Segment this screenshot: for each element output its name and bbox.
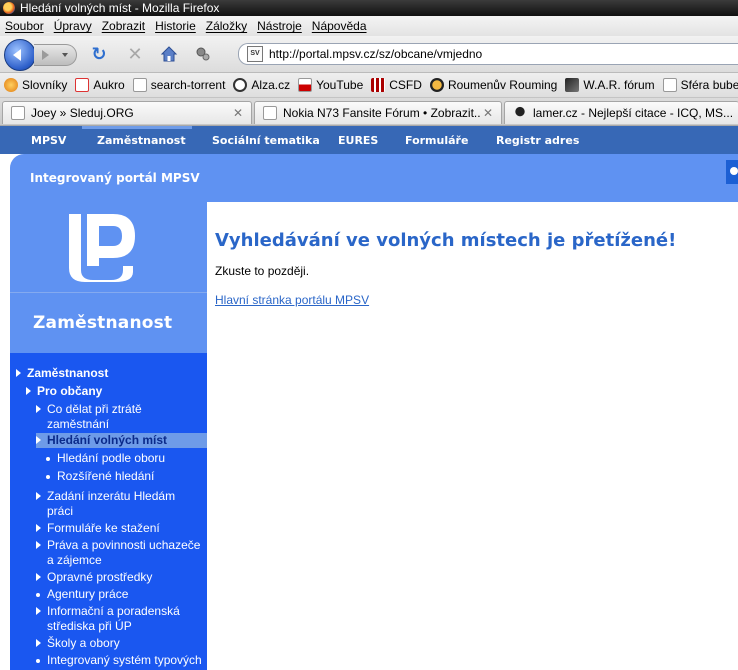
war-icon — [565, 78, 580, 92]
nav-zamestnanost[interactable]: Zaměstnanost — [97, 134, 186, 147]
error-message: Zkuste to později. — [215, 264, 310, 278]
portal-title: Integrovaný portál MPSV — [30, 171, 200, 185]
menu-tools[interactable]: Nástroje — [257, 19, 302, 33]
window-title: Hledání volných míst - Mozilla Firefox — [20, 1, 220, 15]
menu-edit[interactable]: Úpravy — [54, 19, 92, 33]
sidebar-item-skoly-obory[interactable]: Školy a obory — [36, 636, 120, 651]
navigation-toolbar: ↻ ✕ SV http://portal.mpsv.cz/sz/obcane/v… — [0, 36, 738, 73]
aukro-icon — [75, 78, 90, 92]
sidebar-item-rozsirene-hledani[interactable]: Rozšířené hledání — [45, 469, 154, 484]
page-icon — [263, 106, 277, 120]
csfd-icon — [371, 78, 386, 92]
menu-help[interactable]: Nápověda — [312, 19, 367, 33]
main-content: Vyhledávání ve volných místech je přetíž… — [207, 202, 738, 670]
sidebar-item-formulare[interactable]: Formuláře ke stažení — [36, 521, 160, 536]
folder-icon — [4, 78, 18, 92]
site-favicon-icon: SV — [247, 46, 263, 62]
sidebar-item-zadani-inzeratu[interactable]: Zadání inzerátu Hledám práci — [36, 489, 197, 519]
reload-icon[interactable]: ↻ — [90, 44, 108, 64]
sidebar-item-pro-obcany[interactable]: Pro občany — [25, 384, 102, 399]
mpsv-logo-icon — [69, 214, 135, 282]
sidebar-item-ztrata-zamestnani[interactable]: Co dělat při ztrátě zaměstnání — [36, 402, 197, 432]
bookmark-slovniky[interactable]: Slovníky — [4, 78, 67, 92]
bookmark-rouming[interactable]: Roumenův Rouming — [429, 78, 557, 92]
nav-mpsv[interactable]: MPSV — [31, 134, 66, 147]
site-main-nav: MPSV Zaměstnanost Sociální tematika EURE… — [0, 126, 738, 154]
tools-gear-icon[interactable] — [194, 45, 212, 63]
nav-eures[interactable]: EURES — [338, 134, 378, 147]
close-tab-icon[interactable]: ✕ — [481, 106, 495, 120]
bookmark-war-forum[interactable]: W.A.R. fórum — [565, 78, 655, 92]
active-nav-indicator — [82, 126, 192, 129]
sidebar-item-opravne-prostredky[interactable]: Opravné prostředky — [35, 570, 152, 585]
window-titlebar: Hledání volných míst - Mozilla Firefox — [0, 0, 738, 16]
bookmark-alza[interactable]: Alza.cz — [233, 78, 290, 92]
sidebar-item-informacni-strediska[interactable]: Informační a poradenská střediska při ÚP — [36, 604, 197, 634]
alza-icon — [233, 78, 248, 92]
back-button[interactable] — [4, 39, 36, 71]
mpsv-home-link[interactable]: Hlavní stránka portálu MPSV — [215, 293, 369, 307]
bookmark-sfera[interactable]: Sféra bube — [662, 78, 738, 92]
section-title: Zaměstnanost — [33, 313, 173, 333]
lamer-icon — [513, 106, 527, 120]
nav-socialni-tematika[interactable]: Sociální tematika — [212, 134, 320, 147]
menu-view[interactable]: Zobrazit — [102, 19, 145, 33]
header-side-button[interactable] — [726, 160, 738, 184]
url-text[interactable]: http://portal.mpsv.cz/sz/obcane/vmjedno — [269, 47, 482, 61]
youtube-icon — [298, 78, 313, 92]
sidebar-item-zamestnanost[interactable]: Zaměstnanost — [15, 366, 108, 381]
sidebar-item-agentury-prace[interactable]: Agentury práce — [35, 587, 128, 602]
mpsv-logo-area — [10, 202, 207, 293]
page-heading: Vyhledávání ve volných místech je přetíž… — [215, 230, 677, 251]
sidebar-item-integrovany-system[interactable]: Integrovaný systém typových — [36, 653, 202, 668]
menu-bar: Soubor Úpravy Zobrazit Historie Záložky … — [0, 16, 738, 36]
bookmark-youtube[interactable]: YouTube — [298, 78, 363, 92]
close-tab-icon[interactable]: ✕ — [231, 106, 245, 120]
nav-registr-adres[interactable]: Registr adres — [496, 134, 579, 147]
sidebar-item-prava-povinnosti[interactable]: Práva a povinnosti uchazeče a zájemce — [36, 538, 205, 568]
home-icon[interactable] — [160, 45, 178, 63]
tab-nokia[interactable]: Nokia N73 Fansite Fórum • Zobrazit... ✕ — [254, 101, 502, 124]
menu-history[interactable]: Historie — [155, 19, 196, 33]
tab-strip: Joey » Sleduj.ORG ✕ Nokia N73 Fansite Fó… — [0, 98, 738, 126]
menu-file[interactable]: Soubor — [5, 19, 44, 33]
tab-lamer[interactable]: lamer.cz - Nejlepší citace - ICQ, MS... — [504, 101, 738, 124]
page-icon — [662, 78, 677, 92]
rouming-icon — [429, 78, 444, 92]
sidebar-item-hledani-volnych-mist[interactable]: Hledání volných míst — [35, 433, 167, 448]
sidebar-item-hledani-podle-oboru[interactable]: Hledání podle oboru — [45, 451, 165, 466]
url-bar[interactable]: SV http://portal.mpsv.cz/sz/obcane/vmjed… — [238, 43, 738, 65]
nav-formulare[interactable]: Formuláře — [405, 134, 468, 147]
bookmark-search-torrent[interactable]: search-torrent — [132, 78, 225, 92]
forward-button[interactable] — [34, 44, 77, 66]
page-icon — [132, 78, 147, 92]
section-heading-box: Zaměstnanost — [10, 293, 207, 354]
firefox-icon — [3, 2, 15, 14]
tab-sleduj[interactable]: Joey » Sleduj.ORG ✕ — [2, 101, 252, 124]
portal-header: Integrovaný portál MPSV — [10, 154, 738, 202]
menu-bookmarks[interactable]: Záložky — [206, 19, 247, 33]
bookmark-csfd[interactable]: CSFD — [371, 78, 422, 92]
page-icon — [11, 106, 25, 120]
bookmarks-toolbar: Slovníky Aukro search-torrent Alza.cz Yo… — [0, 73, 738, 98]
stop-icon[interactable]: ✕ — [126, 44, 144, 64]
bookmark-aukro[interactable]: Aukro — [75, 78, 125, 92]
